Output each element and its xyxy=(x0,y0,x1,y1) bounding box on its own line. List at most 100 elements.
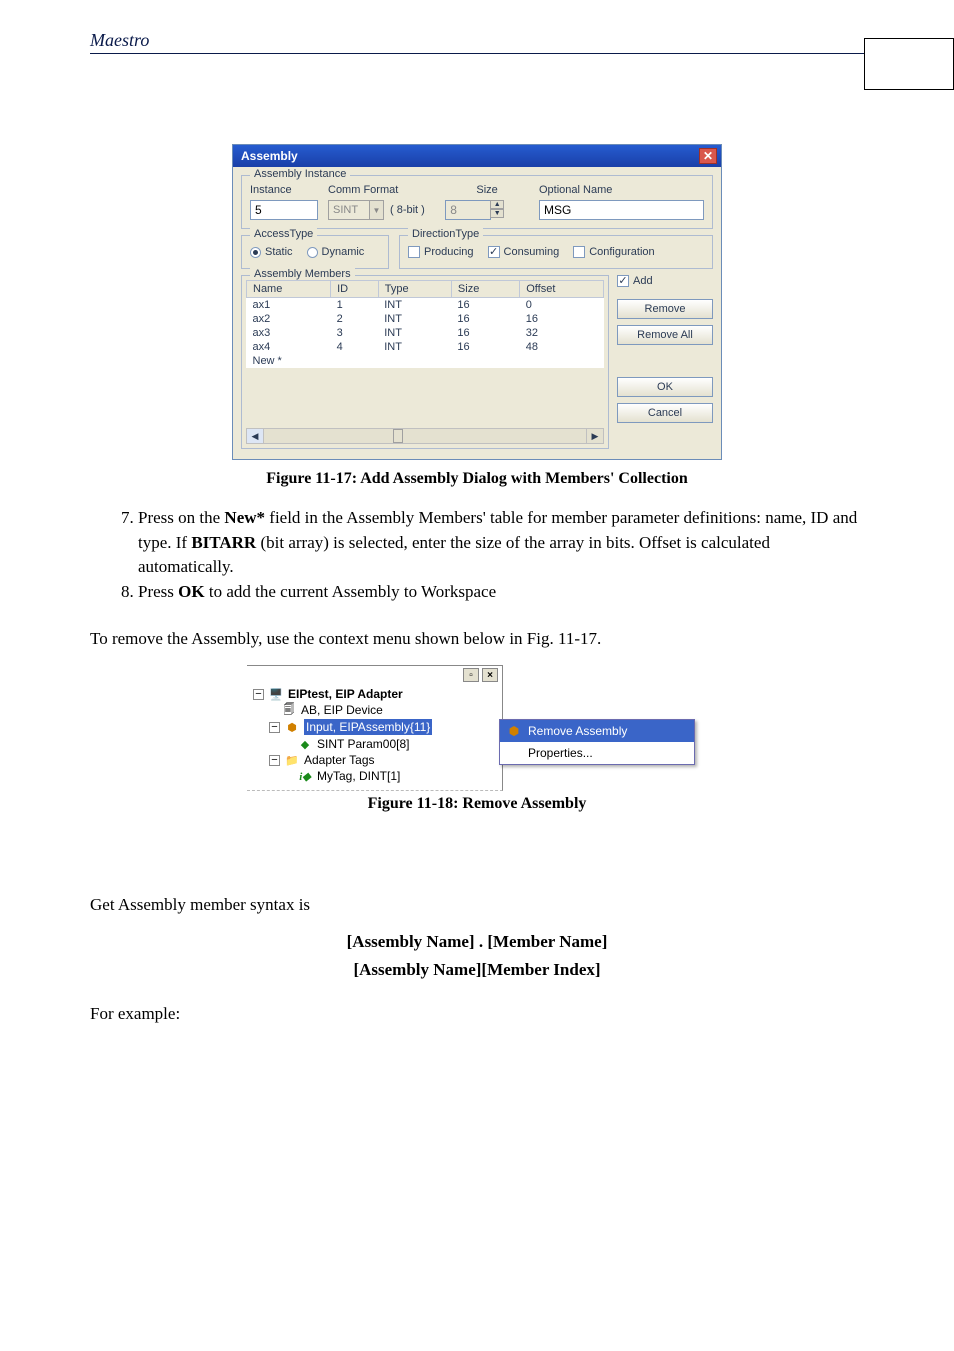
remove-button[interactable]: Remove xyxy=(617,299,713,319)
direction-type-group: DirectionType Producing ✓Consuming Confi… xyxy=(399,235,713,269)
table-row-new[interactable]: New * xyxy=(247,354,604,368)
adapter-icon: 🖥️ xyxy=(268,687,284,701)
assembly-dialog: Assembly ✕ Assembly Instance Instance Co… xyxy=(232,144,722,460)
assembly-icon: ⬢ xyxy=(284,720,300,734)
comm-format-label: Comm Format xyxy=(328,184,435,196)
tree-node-input-label: Input, EIPAssembly{11} xyxy=(304,719,432,735)
syntax-intro: Get Assembly member syntax is xyxy=(90,893,864,918)
tree-node-input[interactable]: − ⬢ Input, EIPAssembly{11} xyxy=(253,718,498,736)
producing-check-label: Producing xyxy=(424,246,474,258)
ok-button[interactable]: OK xyxy=(617,377,713,397)
remove-all-button[interactable]: Remove All xyxy=(617,325,713,345)
scroll-thumb[interactable] xyxy=(393,429,403,443)
tree-node-tags[interactable]: − 📁 Adapter Tags xyxy=(253,752,498,768)
instance-label: Instance xyxy=(250,184,318,196)
assembly-members-label: Assembly Members xyxy=(250,268,355,280)
figure-11-17-caption: Figure 11-17: Add Assembly Dialog with M… xyxy=(90,470,864,488)
remove-paragraph: To remove the Assembly, use the context … xyxy=(90,627,864,652)
col-name[interactable]: Name xyxy=(247,281,331,298)
tag-icon: i◆ xyxy=(297,769,313,783)
for-example: For example: xyxy=(90,1002,864,1027)
collapse-icon: − xyxy=(269,722,280,733)
col-size[interactable]: Size xyxy=(451,281,519,298)
dynamic-radio[interactable]: Dynamic xyxy=(307,246,365,258)
tree-root-label: EIPtest, EIP Adapter xyxy=(288,687,403,701)
syntax-line-1: [Assembly Name] . [Member Name] xyxy=(90,932,864,952)
param-icon: ◆ xyxy=(297,737,313,751)
assembly-instance-group: Assembly Instance Instance Comm Format S… xyxy=(241,175,713,229)
col-type[interactable]: Type xyxy=(378,281,451,298)
access-type-label: AccessType xyxy=(250,228,317,240)
folder-icon: 📁 xyxy=(284,753,300,767)
syntax-line-2: [Assembly Name][Member Index] xyxy=(90,960,864,980)
tree-node-mytag[interactable]: i◆ MyTag, DINT[1] xyxy=(253,768,498,784)
assembly-instance-label: Assembly Instance xyxy=(250,168,350,180)
tree-node-mytag-label: MyTag, DINT[1] xyxy=(317,769,400,783)
add-check-label: Add xyxy=(633,275,653,287)
size-input xyxy=(445,200,491,220)
restore-icon[interactable]: ▫ xyxy=(463,668,479,682)
members-hscroll[interactable]: ◀ ▶ xyxy=(246,428,604,444)
menu-remove-assembly-label: Remove Assembly xyxy=(528,724,627,738)
chevron-down-icon: ▼ xyxy=(369,201,383,219)
collapse-icon: − xyxy=(253,689,264,700)
consuming-check-label: Consuming xyxy=(504,246,560,258)
configuration-check[interactable]: Configuration xyxy=(573,246,654,258)
remove-assembly-icon: ⬢ xyxy=(506,723,522,739)
add-check[interactable]: ✓Add xyxy=(617,275,713,287)
dialog-title-bar: Assembly ✕ xyxy=(233,145,721,167)
spinner-up-icon: ▲ xyxy=(490,200,504,209)
tree-node-device-label: AB, EIP Device xyxy=(301,703,383,717)
context-menu: ⬢ Remove Assembly Properties... xyxy=(499,719,695,765)
comm-format-value: SINT xyxy=(329,202,369,218)
menu-remove-assembly[interactable]: ⬢ Remove Assembly xyxy=(500,720,694,742)
table-row[interactable]: ax22INT1616 xyxy=(247,312,604,326)
table-row[interactable]: ax33INT1632 xyxy=(247,326,604,340)
direction-type-label: DirectionType xyxy=(408,228,483,240)
running-head-text: Maestro xyxy=(90,30,864,51)
access-type-group: AccessType Static Dynamic xyxy=(241,235,389,269)
table-row[interactable]: ax11INT160 xyxy=(247,298,604,313)
steps-list: Press on the New* field in the Assembly … xyxy=(90,506,864,605)
static-radio[interactable]: Static xyxy=(250,246,293,258)
instance-input[interactable] xyxy=(250,200,318,220)
col-offset[interactable]: Offset xyxy=(520,281,604,298)
tree-node-tags-label: Adapter Tags xyxy=(304,753,375,767)
tree-node-param[interactable]: ◆ SINT Param00[8] xyxy=(253,736,498,752)
menu-properties[interactable]: Properties... xyxy=(500,742,694,764)
spinner-down-icon: ▼ xyxy=(490,209,504,218)
size-label: Size xyxy=(445,184,529,196)
size-spinner[interactable]: ▲ ▼ xyxy=(490,200,504,220)
tree-pane-titlebar: ▫ × xyxy=(247,666,502,684)
scroll-left-icon: ◀ xyxy=(246,428,264,444)
blank-icon xyxy=(506,745,522,761)
optional-name-label: Optional Name xyxy=(539,184,704,196)
step-7: Press on the New* field in the Assembly … xyxy=(138,506,864,580)
tree-figure: ▫ × − 🖥️ EIPtest, EIP Adapter 🗐 AB, EIP … xyxy=(247,665,707,791)
figure-11-18-caption: Figure 11-18: Remove Assembly xyxy=(90,795,864,813)
running-head: Maestro xyxy=(90,30,864,54)
collapse-icon: − xyxy=(269,755,280,766)
scroll-right-icon: ▶ xyxy=(586,428,604,444)
tree-node-device[interactable]: 🗐 AB, EIP Device xyxy=(253,702,498,718)
producing-check[interactable]: Producing xyxy=(408,246,474,258)
header-corner-box xyxy=(864,38,954,90)
close-icon: ✕ xyxy=(703,150,713,162)
optional-name-input[interactable] xyxy=(539,200,704,220)
consuming-check[interactable]: ✓Consuming xyxy=(488,246,560,258)
table-row[interactable]: ax44INT1648 xyxy=(247,340,604,354)
step-8: Press OK to add the current Assembly to … xyxy=(138,580,864,605)
menu-properties-label: Properties... xyxy=(528,746,593,760)
static-radio-label: Static xyxy=(265,246,293,258)
col-id[interactable]: ID xyxy=(331,281,379,298)
members-table[interactable]: Name ID Type Size Offset ax11INT160 ax22… xyxy=(246,280,604,368)
configuration-check-label: Configuration xyxy=(589,246,654,258)
cancel-button[interactable]: Cancel xyxy=(617,403,713,423)
close-icon[interactable]: × xyxy=(482,668,498,682)
dialog-close-button[interactable]: ✕ xyxy=(699,148,717,164)
dialog-title: Assembly xyxy=(241,149,298,163)
bits-label: ( 8-bit ) xyxy=(388,201,427,219)
tree-node-param-label: SINT Param00[8] xyxy=(317,737,409,751)
dynamic-radio-label: Dynamic xyxy=(322,246,365,258)
comm-format-combo[interactable]: SINT ▼ xyxy=(328,200,384,220)
